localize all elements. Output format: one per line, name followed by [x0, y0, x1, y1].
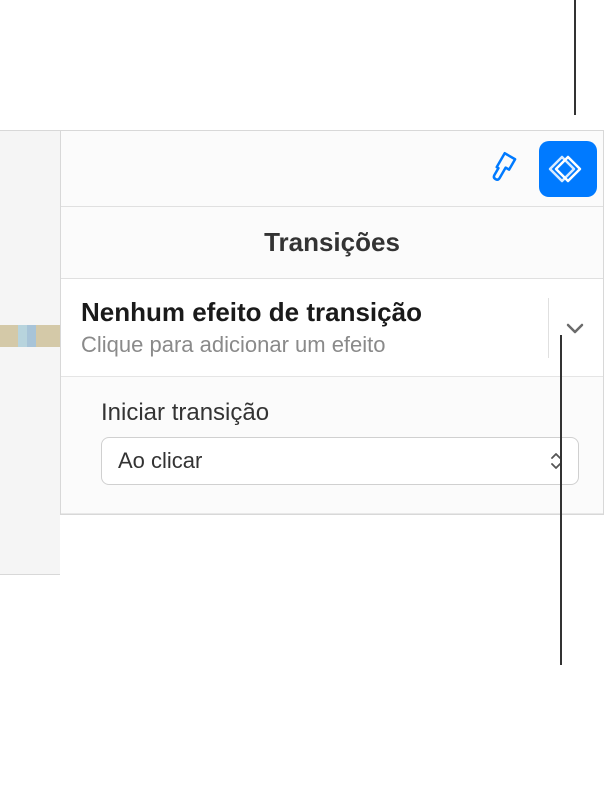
start-transition-select[interactable]: Ao clicar: [101, 437, 579, 485]
start-transition-section: Iniciar transição Ao clicar: [61, 377, 603, 514]
transition-effect-subtitle: Clique para adicionar um efeito: [81, 332, 540, 358]
callout-line-right: [560, 335, 562, 665]
inspector-panel: Transições Nenhum efeito de transição Cl…: [60, 130, 604, 515]
animate-tab-button[interactable]: [539, 141, 597, 197]
format-brush-icon: [487, 150, 525, 188]
effect-chevron-button[interactable]: [561, 322, 589, 334]
transition-effect-text: Nenhum efeito de transição Clique para a…: [81, 297, 540, 358]
transition-effect-title: Nenhum efeito de transição: [81, 297, 540, 328]
start-transition-label: Iniciar transição: [101, 399, 579, 427]
callout-line-top: [574, 0, 576, 115]
slide-thumbnail-stripe: [0, 325, 60, 347]
left-gutter: [0, 130, 60, 575]
start-transition-value: Ao clicar: [118, 448, 550, 474]
panel-title: Transições: [61, 207, 603, 279]
divider: [548, 298, 549, 358]
inspector-toolbar: [61, 131, 603, 207]
chevron-down-icon: [566, 322, 584, 334]
format-tab-button[interactable]: [477, 141, 535, 197]
animate-diamond-icon: [548, 149, 588, 189]
transition-effect-row[interactable]: Nenhum efeito de transição Clique para a…: [61, 279, 603, 377]
